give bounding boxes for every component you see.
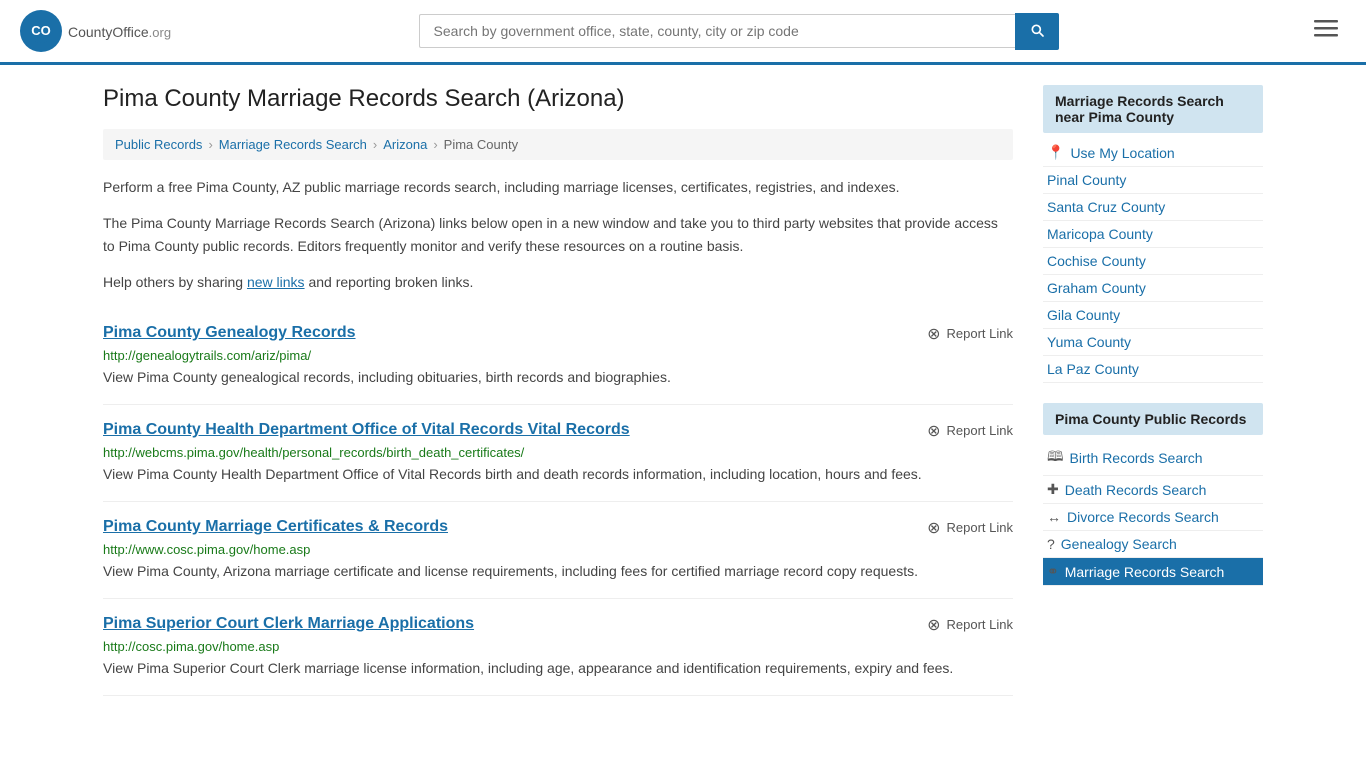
menu-button[interactable] — [1306, 12, 1346, 50]
list-item[interactable]: Cochise County — [1043, 248, 1263, 275]
public-records-item[interactable]: ✚ Death Records Search — [1043, 476, 1263, 504]
search-input[interactable] — [419, 14, 1015, 48]
breadcrumb-marriage-records[interactable]: Marriage Records Search — [219, 137, 367, 152]
result-desc-3: View Pima Superior Court Clerk marriage … — [103, 658, 1013, 679]
record-icon: 🕮 — [1047, 446, 1064, 470]
result-url-3[interactable]: http://cosc.pima.gov/home.asp — [103, 639, 1013, 654]
public-record-link-3[interactable]: Genealogy Search — [1061, 536, 1177, 552]
public-records-section: Pima County Public Records 🕮 Birth Recor… — [1043, 403, 1263, 586]
location-icon: 📍 — [1047, 144, 1064, 161]
list-item[interactable]: Gila County — [1043, 302, 1263, 329]
nearby-section: Marriage Records Search near Pima County… — [1043, 85, 1263, 383]
result-item: Pima County Health Department Office of … — [103, 405, 1013, 502]
report-icon: ⊗ — [927, 324, 940, 344]
search-button[interactable] — [1015, 13, 1059, 50]
search-area — [419, 13, 1059, 50]
result-header: Pima County Health Department Office of … — [103, 421, 1013, 441]
content-area: Pima County Marriage Records Search (Ari… — [103, 85, 1013, 696]
description-para2: The Pima County Marriage Records Search … — [103, 212, 1013, 257]
result-desc-2: View Pima County, Arizona marriage certi… — [103, 561, 1013, 582]
result-title-0[interactable]: Pima County Genealogy Records — [103, 324, 356, 342]
use-my-location-item[interactable]: 📍 Use My Location — [1043, 139, 1263, 167]
main-container: Pima County Marriage Records Search (Ari… — [83, 65, 1283, 716]
result-url-2[interactable]: http://www.cosc.pima.gov/home.asp — [103, 542, 1013, 557]
public-record-link-2[interactable]: Divorce Records Search — [1067, 509, 1219, 525]
breadcrumb-public-records[interactable]: Public Records — [115, 137, 202, 152]
record-icon: ✚ — [1047, 481, 1059, 498]
public-records-item[interactable]: 🕮 Birth Records Search — [1043, 441, 1263, 476]
result-header: Pima County Genealogy Records ⊗ Report L… — [103, 324, 1013, 344]
result-item: Pima Superior Court Clerk Marriage Appli… — [103, 599, 1013, 696]
result-url-1[interactable]: http://webcms.pima.gov/health/personal_r… — [103, 445, 1013, 460]
public-record-link-1[interactable]: Death Records Search — [1065, 482, 1207, 498]
report-icon: ⊗ — [927, 615, 940, 635]
result-title-1[interactable]: Pima County Health Department Office of … — [103, 421, 630, 439]
logo-area: CO CountyOffice.org — [20, 10, 171, 52]
svg-text:CO: CO — [31, 23, 51, 38]
result-header: Pima County Marriage Certificates & Reco… — [103, 518, 1013, 538]
nearby-header: Marriage Records Search near Pima County — [1043, 85, 1263, 133]
result-desc-0: View Pima County genealogical records, i… — [103, 367, 1013, 388]
list-item[interactable]: Maricopa County — [1043, 221, 1263, 248]
description-para3: Help others by sharing new links and rep… — [103, 271, 1013, 293]
use-my-location-link[interactable]: Use My Location — [1070, 145, 1174, 161]
list-item[interactable]: Graham County — [1043, 275, 1263, 302]
report-link-2[interactable]: ⊗ Report Link — [927, 518, 1013, 538]
sidebar: Marriage Records Search near Pima County… — [1043, 85, 1263, 696]
logo-icon: CO — [20, 10, 62, 52]
record-icon: ⚭ — [1047, 563, 1059, 580]
public-records-list: 🕮 Birth Records Search ✚ Death Records S… — [1043, 441, 1263, 586]
breadcrumb-current: Pima County — [444, 137, 518, 152]
description-para1: Perform a free Pima County, AZ public ma… — [103, 176, 1013, 198]
report-icon: ⊗ — [927, 421, 940, 441]
report-link-0[interactable]: ⊗ Report Link — [927, 324, 1013, 344]
public-records-item[interactable]: ↔ Divorce Records Search — [1043, 504, 1263, 531]
new-links-link[interactable]: new links — [247, 274, 305, 290]
list-item[interactable]: Yuma County — [1043, 329, 1263, 356]
result-item: Pima County Genealogy Records ⊗ Report L… — [103, 308, 1013, 405]
result-title-2[interactable]: Pima County Marriage Certificates & Reco… — [103, 518, 448, 536]
public-record-link-4[interactable]: Marriage Records Search — [1065, 564, 1225, 580]
result-desc-1: View Pima County Health Department Offic… — [103, 464, 1013, 485]
result-header: Pima Superior Court Clerk Marriage Appli… — [103, 615, 1013, 635]
header: CO CountyOffice.org — [0, 0, 1366, 65]
record-icon: ↔ — [1047, 509, 1061, 525]
breadcrumb-arizona[interactable]: Arizona — [383, 137, 427, 152]
public-record-link-0[interactable]: Birth Records Search — [1070, 450, 1203, 466]
report-link-1[interactable]: ⊗ Report Link — [927, 421, 1013, 441]
nearby-list: 📍 Use My Location Pinal County Santa Cru… — [1043, 139, 1263, 383]
record-icon: ? — [1047, 536, 1055, 552]
page-title: Pima County Marriage Records Search (Ari… — [103, 85, 1013, 113]
results-list: Pima County Genealogy Records ⊗ Report L… — [103, 308, 1013, 696]
report-icon: ⊗ — [927, 518, 940, 538]
public-records-item[interactable]: ⚭ Marriage Records Search — [1043, 558, 1263, 586]
list-item[interactable]: Santa Cruz County — [1043, 194, 1263, 221]
result-item: Pima County Marriage Certificates & Reco… — [103, 502, 1013, 599]
public-records-header: Pima County Public Records — [1043, 403, 1263, 435]
list-item[interactable]: Pinal County — [1043, 167, 1263, 194]
list-item[interactable]: La Paz County — [1043, 356, 1263, 383]
report-link-3[interactable]: ⊗ Report Link — [927, 615, 1013, 635]
result-url-0[interactable]: http://genealogytrails.com/ariz/pima/ — [103, 348, 1013, 363]
logo-text: CountyOffice.org — [68, 20, 171, 43]
breadcrumb: Public Records › Marriage Records Search… — [103, 129, 1013, 160]
result-title-3[interactable]: Pima Superior Court Clerk Marriage Appli… — [103, 615, 474, 633]
public-records-item[interactable]: ? Genealogy Search — [1043, 531, 1263, 558]
